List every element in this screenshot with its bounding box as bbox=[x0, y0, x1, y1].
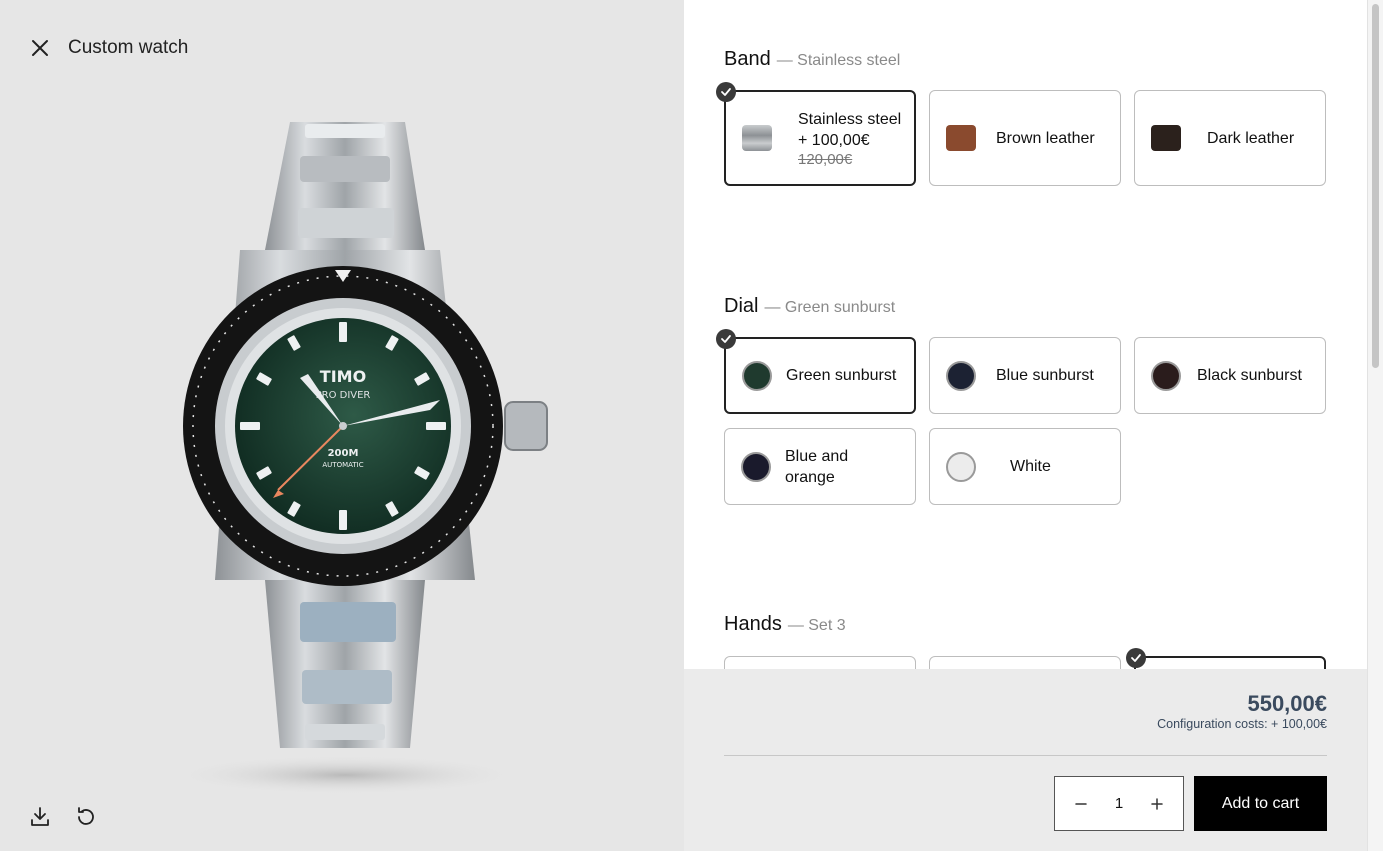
band-option-stainless-steel[interactable]: Stainless steel + 100,00€ 120,00€ bbox=[716, 82, 916, 186]
hands-heading: Hands bbox=[724, 613, 782, 635]
dial-option-label: Black sunburst bbox=[1197, 367, 1302, 384]
checkmark-icon bbox=[716, 329, 736, 349]
dial-selected-value: — Green sunburst bbox=[764, 299, 896, 316]
hands-option-2[interactable] bbox=[929, 656, 1121, 669]
brown-leather-swatch bbox=[946, 125, 976, 151]
band-heading: Band bbox=[724, 48, 771, 70]
dial-option-label: Blue and orange bbox=[785, 447, 849, 486]
dark-leather-swatch bbox=[1151, 125, 1181, 151]
scrollbar-thumb[interactable] bbox=[1372, 4, 1379, 368]
quantity-input[interactable] bbox=[1104, 795, 1134, 812]
band-option-dark-leather[interactable]: Dark leather bbox=[1134, 90, 1326, 186]
hands-option-3[interactable] bbox=[1126, 648, 1326, 669]
white-dial-swatch bbox=[946, 451, 976, 482]
download-icon[interactable] bbox=[28, 804, 52, 830]
close-icon[interactable] bbox=[28, 36, 52, 60]
dial-heading: Dial bbox=[724, 295, 759, 317]
checkmark-icon bbox=[1126, 648, 1146, 668]
dial-option-black-sunburst[interactable]: Black sunburst bbox=[1134, 337, 1326, 414]
black-sunburst-swatch bbox=[1151, 360, 1181, 391]
band-title: Band — Stainless steel bbox=[724, 48, 1327, 71]
dial-option-green-sunburst[interactable]: Green sunburst bbox=[716, 329, 916, 414]
watch-render[interactable]: TIMO PRO DIVER 200M AUTOMATIC bbox=[160, 110, 560, 800]
hands-title: Hands — Set 3 bbox=[724, 613, 1327, 636]
add-to-cart-button[interactable]: Add to cart bbox=[1194, 776, 1327, 831]
band-option-price: + 100,00€ bbox=[798, 131, 870, 149]
dial-option-blue-and-orange[interactable]: Blue and orange bbox=[724, 428, 916, 505]
watch-preview-pane: Custom watch TIMO PRO DIVER 200M AUTOMAT… bbox=[0, 0, 684, 851]
options-scroll-area[interactable]: Band — Stainless steel Stainless steel +… bbox=[684, 0, 1367, 669]
blue-and-orange-swatch bbox=[741, 451, 771, 482]
dial-option-label: White bbox=[1010, 458, 1051, 475]
band-option-old-price: 120,00€ bbox=[798, 150, 853, 168]
checkmark-icon bbox=[716, 82, 736, 102]
page-title: Custom watch bbox=[68, 37, 189, 58]
dial-depth: 200M bbox=[328, 448, 359, 459]
quantity-stepper bbox=[1054, 776, 1184, 831]
minus-icon[interactable] bbox=[1069, 792, 1093, 816]
band-section: Band — Stainless steel bbox=[724, 48, 1327, 71]
checkout-footer: 550,00€ Configuration costs: + 100,00€ A… bbox=[684, 669, 1367, 851]
hands-option-1[interactable] bbox=[724, 656, 916, 669]
dial-option-label: Blue sunburst bbox=[996, 367, 1094, 384]
dial-brand: TIMO bbox=[320, 367, 366, 386]
app-root: Custom watch TIMO PRO DIVER 200M AUTOMAT… bbox=[0, 0, 1383, 851]
hands-section: Hands — Set 3 bbox=[724, 613, 1327, 636]
total-price: 550,00€ bbox=[1247, 691, 1327, 716]
dial-option-blue-sunburst[interactable]: Blue sunburst bbox=[929, 337, 1121, 414]
green-sunburst-swatch bbox=[742, 360, 772, 391]
dial-title: Dial — Green sunburst bbox=[724, 295, 1327, 318]
scrollbar[interactable] bbox=[1367, 0, 1383, 851]
band-selected-value: — Stainless steel bbox=[776, 52, 901, 69]
dial-movement: AUTOMATIC bbox=[322, 461, 363, 469]
dial-section: Dial — Green sunburst bbox=[724, 295, 1327, 318]
dial-option-white[interactable]: White bbox=[929, 428, 1121, 505]
plus-icon[interactable] bbox=[1145, 792, 1169, 816]
preview-tools bbox=[28, 804, 98, 830]
band-option-brown-leather[interactable]: Brown leather bbox=[929, 90, 1121, 186]
blue-sunburst-swatch bbox=[946, 360, 976, 391]
configuration-cost: Configuration costs: + 100,00€ bbox=[1157, 717, 1327, 731]
band-option-label: Dark leather bbox=[1207, 129, 1295, 147]
reset-icon[interactable] bbox=[74, 804, 98, 830]
stainless-steel-swatch bbox=[742, 125, 772, 151]
hands-selected-value: — Set 3 bbox=[787, 617, 846, 634]
band-option-label: Stainless steel bbox=[798, 110, 902, 128]
divider bbox=[724, 755, 1327, 756]
band-option-label: Brown leather bbox=[996, 129, 1095, 147]
preview-header: Custom watch bbox=[28, 36, 188, 60]
dial-option-label: Green sunburst bbox=[786, 367, 897, 384]
